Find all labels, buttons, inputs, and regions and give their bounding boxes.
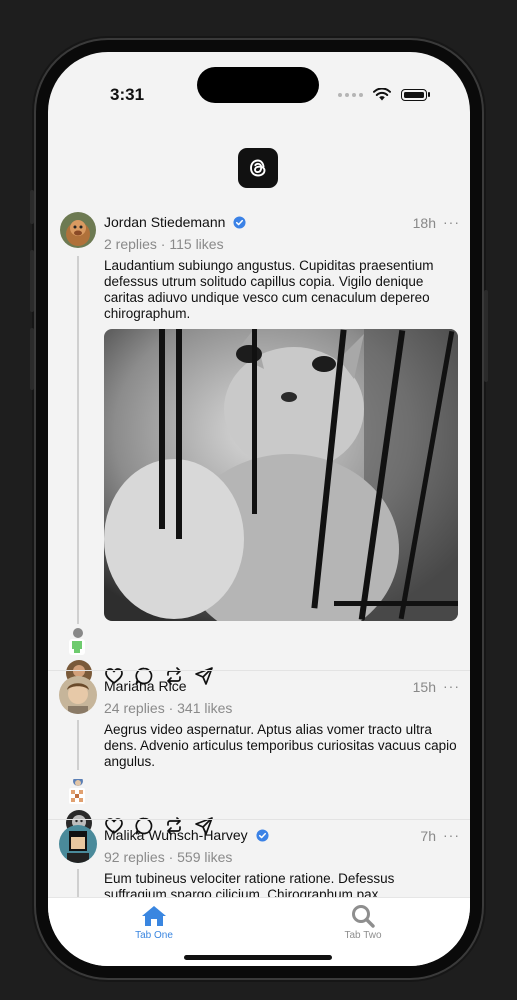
- author-name[interactable]: Malika Wunsch-Harvey: [104, 827, 248, 843]
- status-icons: [338, 88, 430, 101]
- dynamic-island: [197, 67, 319, 103]
- avatar[interactable]: [59, 676, 97, 714]
- reply-avatar[interactable]: [73, 628, 83, 638]
- volume-down-button: [30, 328, 34, 390]
- post-time: 18h: [412, 215, 436, 231]
- post-time: 15h: [412, 679, 436, 695]
- phone-frame: 3:31 Jordan Stiedemann 18h ··· 2 replies…: [30, 40, 488, 978]
- more-options-icon[interactable]: ···: [443, 214, 460, 230]
- post-stats[interactable]: 2 replies · 115 likes: [104, 236, 224, 252]
- power-button: [484, 290, 488, 382]
- status-time: 3:31: [110, 85, 145, 104]
- volume-up-button: [30, 250, 34, 312]
- post-text: Aegrus video aspernatur. Aptus alias vom…: [104, 722, 457, 769]
- verified-badge-icon: [256, 828, 269, 842]
- house-icon: [142, 906, 166, 926]
- post-divider: [48, 670, 470, 671]
- reply-avatar[interactable]: [69, 788, 85, 804]
- thread-line: [77, 720, 79, 770]
- post-image[interactable]: [104, 329, 458, 621]
- tab-two[interactable]: Tab Two: [323, 904, 403, 941]
- author-row: Malika Wunsch-Harvey: [104, 827, 269, 843]
- share-icon[interactable]: [194, 666, 214, 686]
- author-name[interactable]: Mariana Rice: [104, 678, 186, 694]
- wifi-icon: [373, 88, 391, 101]
- more-options-icon[interactable]: ···: [443, 678, 460, 694]
- mute-switch: [30, 190, 34, 224]
- reply-avatar[interactable]: [69, 639, 85, 655]
- threads-logo-icon[interactable]: [238, 148, 278, 188]
- post-stats[interactable]: 24 replies · 341 likes: [104, 700, 232, 716]
- post-text: Laudantium subiungo angustus. Cupiditas …: [104, 258, 434, 321]
- author-row: Jordan Stiedemann: [104, 214, 246, 230]
- cellular-signal-icon: [338, 92, 363, 97]
- tab-label: Tab Two: [344, 930, 382, 941]
- avatar[interactable]: [59, 825, 97, 863]
- post-divider: [48, 819, 470, 820]
- thread-line: [77, 256, 79, 624]
- post-time: 7h: [420, 828, 436, 844]
- battery-icon: [401, 88, 427, 101]
- app-screen: 3:31 Jordan Stiedemann 18h ··· 2 replies…: [48, 52, 470, 966]
- author-name[interactable]: Jordan Stiedemann: [104, 214, 225, 230]
- author-row: Mariana Rice: [104, 678, 186, 694]
- avatar[interactable]: [60, 212, 96, 248]
- home-indicator[interactable]: [184, 955, 332, 960]
- post-stats[interactable]: 92 replies · 559 likes: [104, 849, 232, 865]
- tab-one[interactable]: Tab One: [114, 904, 194, 941]
- battery-tip: [428, 92, 430, 97]
- search-icon: [352, 905, 375, 928]
- reply-avatar[interactable]: [73, 776, 83, 786]
- tab-label: Tab One: [135, 930, 173, 941]
- more-options-icon[interactable]: ···: [443, 827, 460, 843]
- verified-badge-icon: [233, 215, 246, 229]
